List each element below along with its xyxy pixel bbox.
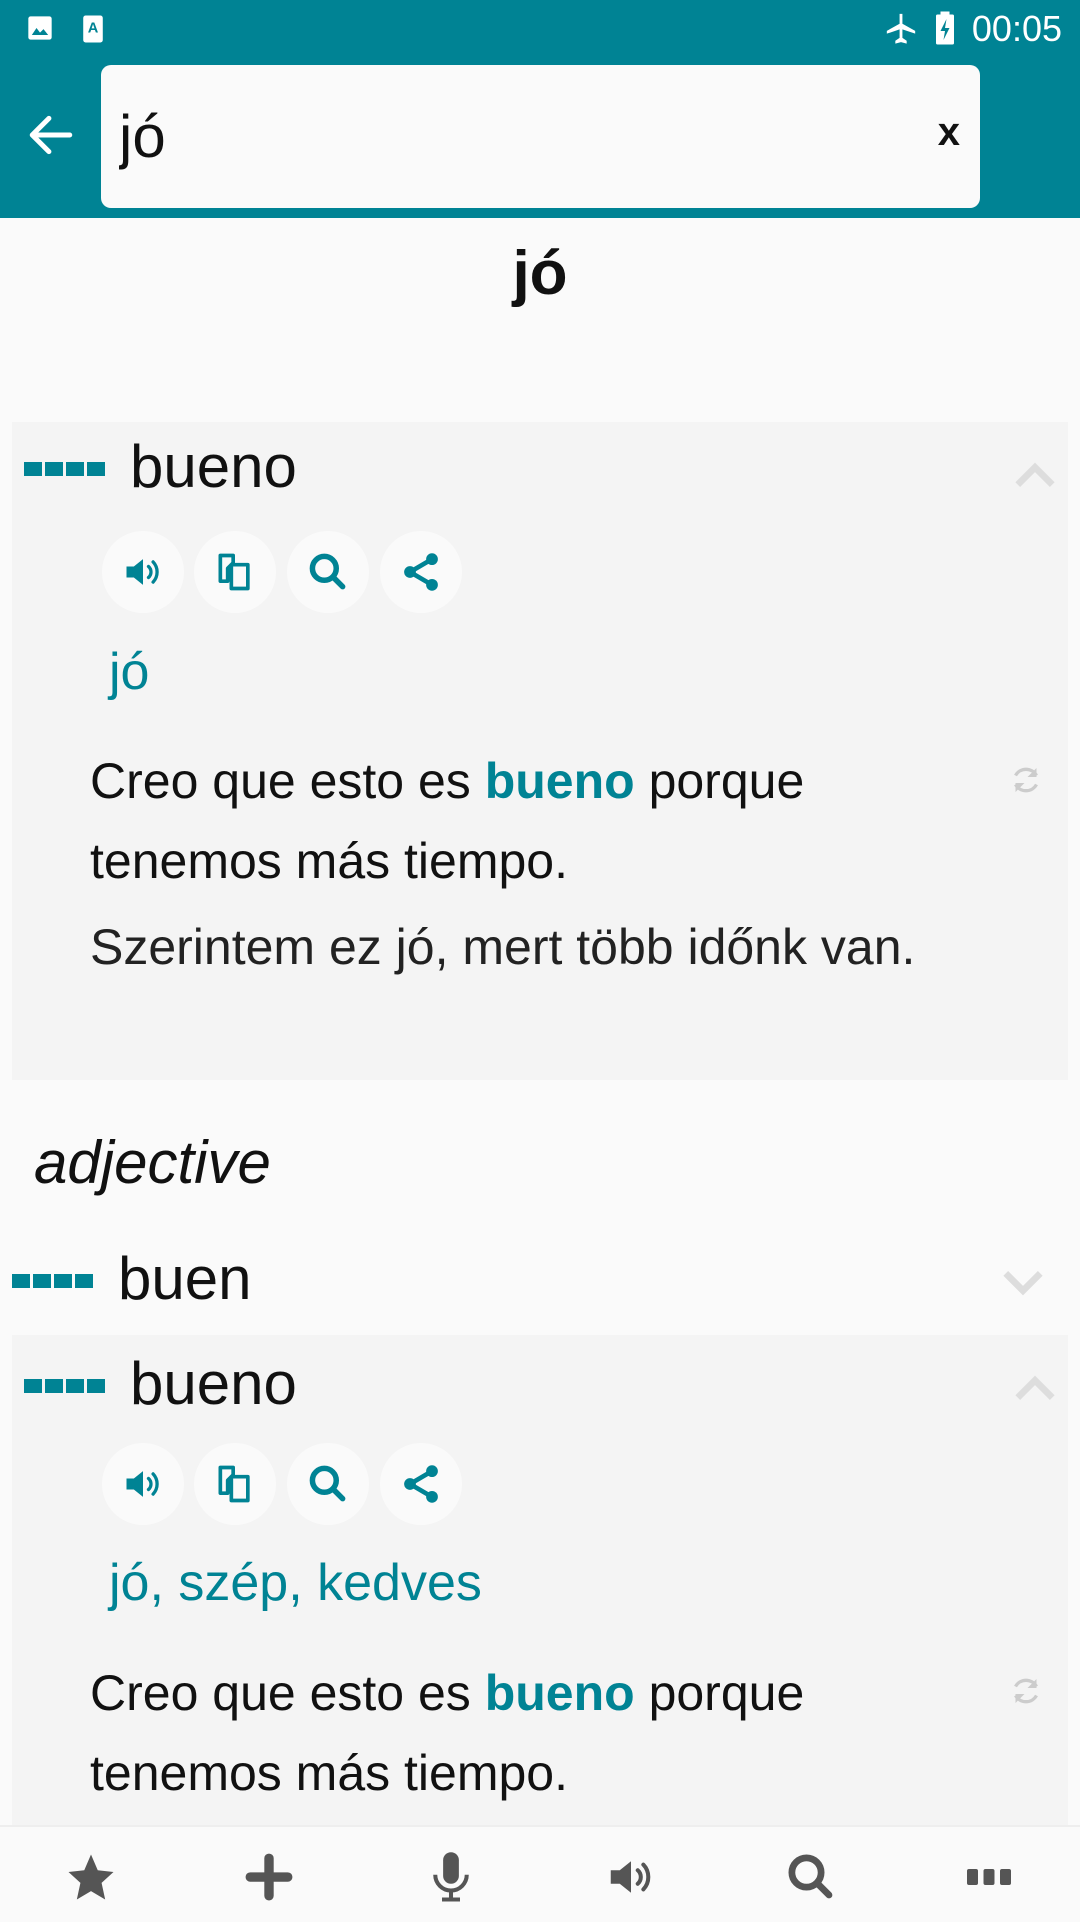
translation[interactable]: jó, szép, kedves (109, 1553, 482, 1613)
entry-row-collapsed[interactable]: buen (12, 1236, 1068, 1332)
a-notification-icon: A (83, 15, 103, 43)
share-icon (399, 550, 443, 594)
svg-text:A: A (88, 21, 99, 37)
share-button[interactable] (380, 531, 462, 613)
example-sentence: Creo que esto es bueno porque tenemos má… (90, 1653, 990, 1813)
copy-icon (213, 1462, 257, 1506)
chevron-up-icon[interactable] (1012, 452, 1058, 498)
speaker-icon (121, 1462, 165, 1506)
search-box: x (101, 65, 980, 208)
frequency-indicator (24, 462, 105, 476)
search-button[interactable] (781, 1847, 841, 1907)
entry-card: bueno jó, szép, kedves Creo que esto es … (12, 1335, 1068, 1825)
example-text: Creo que esto es (90, 1665, 485, 1721)
speaker-icon (604, 1850, 658, 1904)
example-text: Creo que esto es (90, 753, 485, 809)
voice-input-button[interactable] (421, 1847, 481, 1907)
share-button[interactable] (380, 1443, 462, 1525)
copy-button[interactable] (194, 531, 276, 613)
example-sentence: Creo que esto es bueno porque tenemos má… (90, 741, 990, 901)
copy-button[interactable] (194, 1443, 276, 1525)
entry-headword[interactable]: buen (118, 1244, 251, 1313)
plus-icon (245, 1853, 293, 1901)
search-icon (306, 550, 350, 594)
frequency-indicator (12, 1274, 93, 1288)
copy-icon (213, 550, 257, 594)
back-arrow-icon[interactable] (22, 110, 80, 160)
microphone-icon (433, 1852, 469, 1902)
speak-button[interactable] (102, 531, 184, 613)
app-bar: A 00:05 x (0, 0, 1080, 218)
page-title: jó (512, 239, 568, 308)
star-icon (68, 1854, 114, 1900)
entry-headword[interactable]: bueno (130, 1349, 297, 1418)
speak-button[interactable] (601, 1847, 661, 1907)
bottom-nav (0, 1825, 1080, 1922)
chevron-up-icon[interactable] (1012, 1365, 1058, 1411)
image-icon (28, 16, 52, 40)
entry-headword[interactable]: bueno (130, 432, 297, 501)
refresh-icon[interactable] (1008, 762, 1044, 798)
status-time: 00:05 (971, 8, 1062, 49)
chevron-down-icon[interactable] (1000, 1258, 1046, 1304)
search-icon (784, 1850, 838, 1904)
more-button[interactable] (959, 1847, 1019, 1907)
favorites-button[interactable] (61, 1847, 121, 1907)
example-translation: Szerintem ez jó, mert több időnk van. (90, 919, 916, 975)
share-icon (399, 1462, 443, 1506)
search-icon (306, 1462, 350, 1506)
speaker-icon (121, 550, 165, 594)
example-highlight: bueno (484, 1665, 635, 1721)
frequency-indicator (24, 1379, 105, 1393)
battery-charging-icon (936, 11, 954, 45)
search-button[interactable] (287, 531, 369, 613)
example-highlight: bueno (484, 753, 635, 809)
translation[interactable]: jó (109, 642, 149, 702)
refresh-icon[interactable] (1008, 1673, 1044, 1709)
more-icon (967, 1869, 1011, 1885)
speak-button[interactable] (102, 1443, 184, 1525)
search-input[interactable] (117, 85, 881, 187)
airplane-icon (886, 13, 916, 44)
entry-card: bueno jó Creo que esto es bueno porque t… (12, 422, 1068, 1080)
clear-search-button[interactable]: x (938, 110, 960, 155)
add-button[interactable] (239, 1847, 299, 1907)
search-button[interactable] (287, 1443, 369, 1525)
part-of-speech: adjective (34, 1129, 271, 1196)
